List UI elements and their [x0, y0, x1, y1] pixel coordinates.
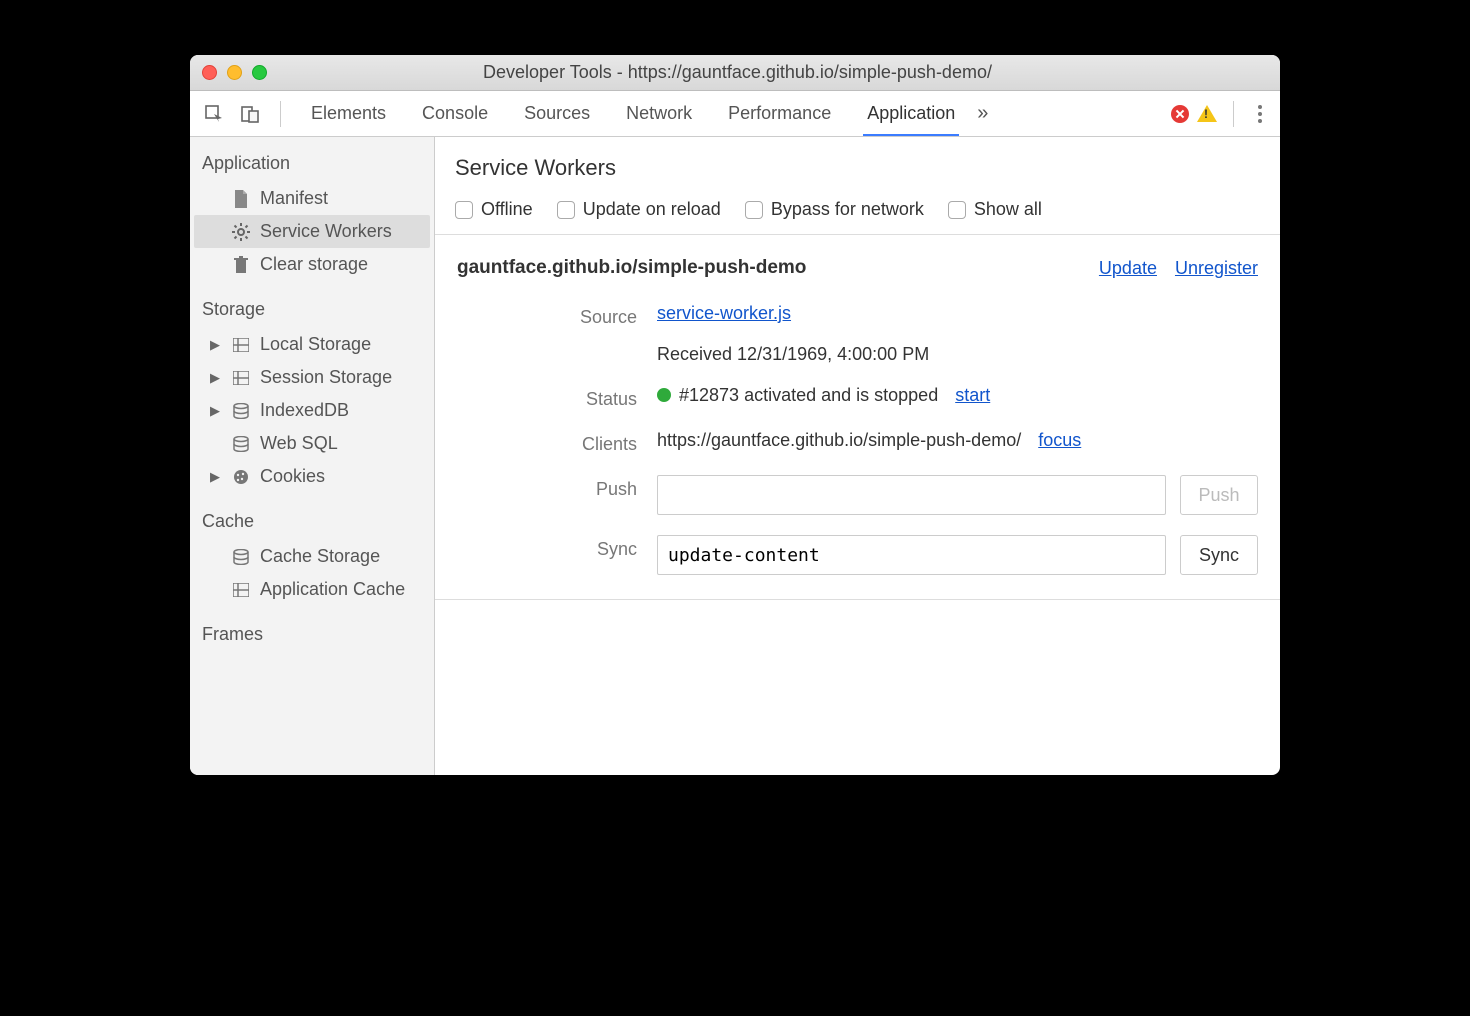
- source-file-link[interactable]: service-worker.js: [657, 303, 791, 323]
- devtools-tabbar: Elements Console Sources Network Perform…: [190, 91, 1280, 137]
- sidebar-header-application: Application: [190, 143, 434, 182]
- sw-scope: gauntface.github.io/simple-push-demo: [457, 257, 806, 279]
- sidebar-item-manifest[interactable]: Manifest: [190, 182, 434, 215]
- separator: [280, 101, 281, 127]
- sync-label: Sync: [457, 535, 657, 560]
- bypass-for-network-checkbox[interactable]: Bypass for network: [745, 199, 924, 220]
- sidebar-item-indexeddb[interactable]: ▶ IndexedDB: [190, 394, 434, 427]
- chevron-right-icon[interactable]: ▶: [210, 370, 222, 386]
- checkbox-label: Show all: [974, 199, 1042, 220]
- toggle-device-toolbar-icon[interactable]: [236, 100, 264, 128]
- sidebar-item-label: Session Storage: [260, 367, 392, 388]
- gear-icon: [232, 223, 250, 241]
- sidebar-item-cache-storage[interactable]: Cache Storage: [190, 540, 434, 573]
- sidebar-item-label: Application Cache: [260, 579, 405, 600]
- status-indicator-icon: [657, 388, 671, 402]
- chevron-right-icon[interactable]: ▶: [210, 403, 222, 419]
- devtools-window: Developer Tools - https://gauntface.gith…: [190, 55, 1280, 775]
- chevron-right-icon[interactable]: ▶: [210, 337, 222, 353]
- sidebar-item-clear-storage[interactable]: Clear storage: [190, 248, 434, 281]
- inspect-element-icon[interactable]: [200, 100, 228, 128]
- source-label: Source: [457, 303, 657, 328]
- sidebar-item-label: Service Workers: [260, 221, 392, 242]
- separator: [1233, 101, 1234, 127]
- sidebar-item-label: Web SQL: [260, 433, 338, 454]
- focus-link[interactable]: focus: [1038, 430, 1081, 450]
- more-tabs-icon[interactable]: »: [977, 102, 988, 125]
- sidebar-item-label: Manifest: [260, 188, 328, 209]
- sync-button[interactable]: Sync: [1180, 535, 1258, 575]
- push-input[interactable]: [657, 475, 1166, 515]
- close-window-button[interactable]: [202, 65, 217, 80]
- checkbox-label: Bypass for network: [771, 199, 924, 220]
- sidebar-item-label: IndexedDB: [260, 400, 349, 421]
- checkbox-label: Update on reload: [583, 199, 721, 220]
- tab-elements[interactable]: Elements: [297, 91, 400, 136]
- tab-application[interactable]: Application: [853, 91, 969, 136]
- sidebar-header-cache: Cache: [190, 501, 434, 540]
- panel-title: Service Workers: [455, 155, 1260, 181]
- sidebar-header-storage: Storage: [190, 289, 434, 328]
- sidebar-item-local-storage[interactable]: ▶ Local Storage: [190, 328, 434, 361]
- sidebar-item-web-sql[interactable]: Web SQL: [190, 427, 434, 460]
- sidebar-item-cookies[interactable]: ▶ Cookies: [190, 460, 434, 493]
- received-time: Received 12/31/1969, 4:00:00 PM: [657, 344, 1258, 365]
- cookie-icon: [232, 468, 250, 486]
- sidebar-item-label: Cache Storage: [260, 546, 380, 567]
- sidebar-header-frames: Frames: [190, 614, 434, 653]
- zoom-window-button[interactable]: [252, 65, 267, 80]
- show-all-checkbox[interactable]: Show all: [948, 199, 1042, 220]
- update-on-reload-checkbox[interactable]: Update on reload: [557, 199, 721, 220]
- client-url: https://gauntface.github.io/simple-push-…: [657, 430, 1021, 450]
- database-icon: [232, 435, 250, 453]
- minimize-window-button[interactable]: [227, 65, 242, 80]
- sidebar-item-service-workers[interactable]: Service Workers: [194, 215, 430, 248]
- window-title: Developer Tools - https://gauntface.gith…: [277, 62, 1198, 83]
- tab-sources[interactable]: Sources: [510, 91, 604, 136]
- push-label: Push: [457, 475, 657, 500]
- window-traffic-lights: [202, 65, 267, 80]
- tab-console[interactable]: Console: [408, 91, 502, 136]
- sidebar-item-label: Local Storage: [260, 334, 371, 355]
- sync-input[interactable]: [657, 535, 1166, 575]
- trash-icon: [232, 256, 250, 274]
- update-link[interactable]: Update: [1099, 258, 1157, 279]
- divider: [435, 599, 1280, 600]
- sidebar-item-label: Clear storage: [260, 254, 368, 275]
- grid-icon: [232, 581, 250, 599]
- grid-icon: [232, 369, 250, 387]
- sidebar-item-application-cache[interactable]: Application Cache: [190, 573, 434, 606]
- sidebar-item-label: Cookies: [260, 466, 325, 487]
- unregister-link[interactable]: Unregister: [1175, 258, 1258, 279]
- app-body: Application Manifest Service Workers Cle…: [190, 137, 1280, 775]
- database-icon: [232, 548, 250, 566]
- offline-checkbox[interactable]: Offline: [455, 199, 533, 220]
- main-panel: Service Workers Offline Update on reload…: [435, 137, 1280, 775]
- status-text: #12873 activated and is stopped: [679, 385, 938, 405]
- grid-icon: [232, 336, 250, 354]
- error-badge-icon[interactable]: [1171, 105, 1189, 123]
- status-label: Status: [457, 385, 657, 410]
- chevron-right-icon[interactable]: ▶: [210, 469, 222, 485]
- tab-network[interactable]: Network: [612, 91, 706, 136]
- sidebar-item-session-storage[interactable]: ▶ Session Storage: [190, 361, 434, 394]
- document-icon: [232, 190, 250, 208]
- clients-label: Clients: [457, 430, 657, 455]
- start-link[interactable]: start: [955, 385, 990, 405]
- warning-badge-icon[interactable]: [1197, 105, 1217, 122]
- database-icon: [232, 402, 250, 420]
- window-titlebar: Developer Tools - https://gauntface.gith…: [190, 55, 1280, 91]
- application-sidebar: Application Manifest Service Workers Cle…: [190, 137, 435, 775]
- checkbox-label: Offline: [481, 199, 533, 220]
- tab-performance[interactable]: Performance: [714, 91, 845, 136]
- devtools-menu-icon[interactable]: [1250, 105, 1270, 123]
- push-button[interactable]: Push: [1180, 475, 1258, 515]
